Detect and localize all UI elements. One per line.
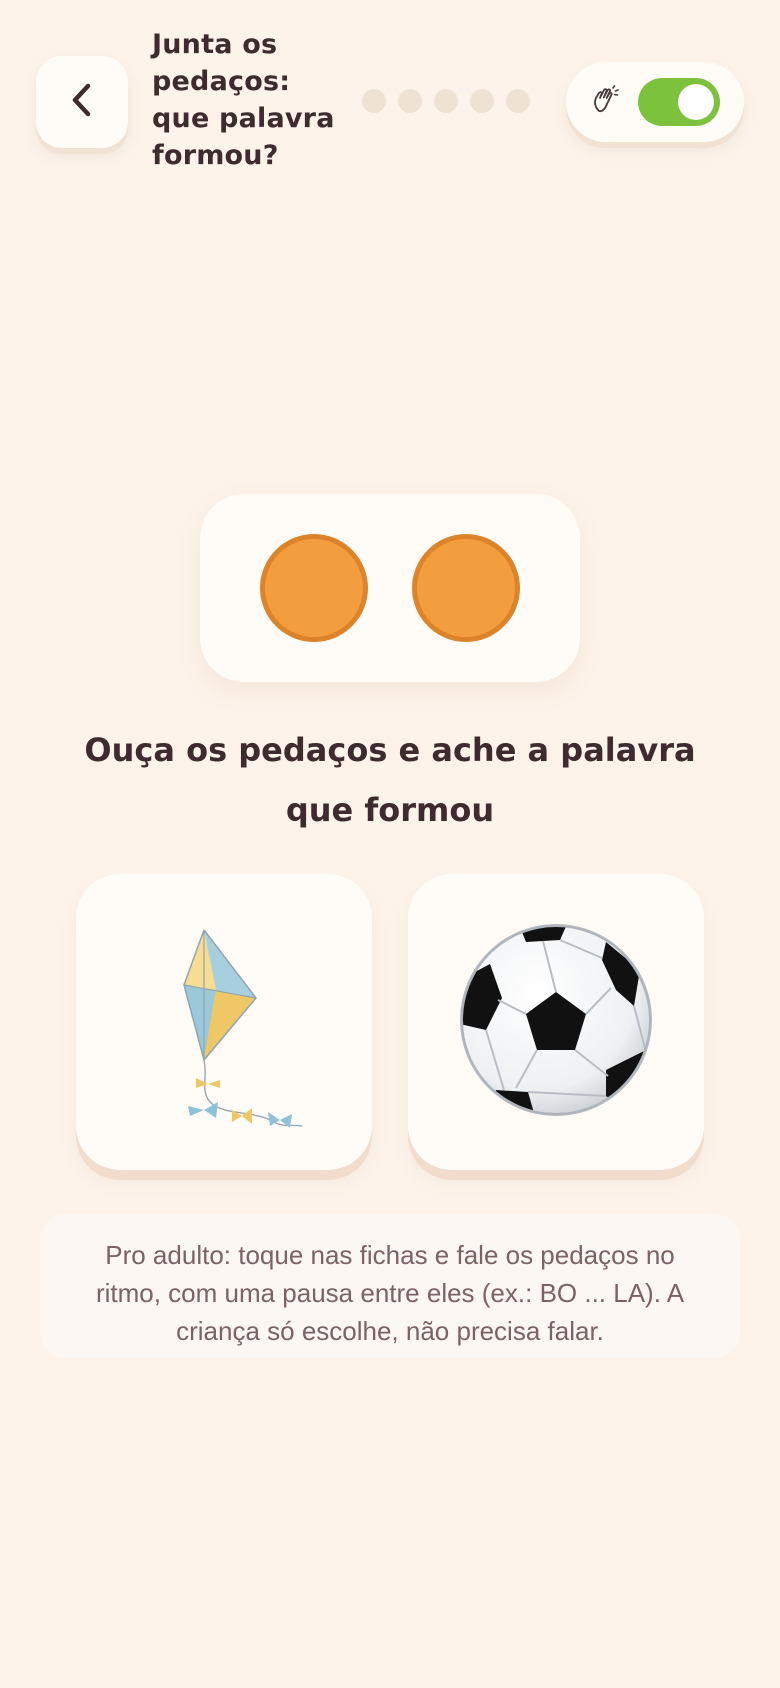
soccer-ball-icon bbox=[456, 920, 656, 1124]
gesture-toggle-switch[interactable] bbox=[638, 78, 720, 126]
syllable-chips-card bbox=[200, 494, 580, 682]
progress-dot bbox=[398, 89, 422, 113]
progress-dot bbox=[362, 89, 386, 113]
instruction-text: Ouça os pedaços e ache a palavra que for… bbox=[84, 731, 696, 829]
toggle-knob bbox=[678, 84, 714, 120]
gesture-toggle-card bbox=[566, 62, 744, 142]
page-title: Junta os pedaços: que palavra formou? bbox=[152, 29, 335, 171]
progress-indicator bbox=[362, 89, 530, 113]
syllable-chip-2[interactable] bbox=[412, 534, 520, 642]
game-screen: Junta os pedaços: que palavra formou? Ou… bbox=[0, 0, 780, 1688]
chevron-left-icon bbox=[67, 80, 97, 124]
kite-icon bbox=[124, 910, 324, 1134]
progress-dot bbox=[434, 89, 458, 113]
adult-instructions-note: Pro adulto: toque nas fichas e fale os p… bbox=[40, 1214, 740, 1358]
syllable-chip-1[interactable] bbox=[260, 534, 368, 642]
option-card-kite[interactable] bbox=[76, 874, 372, 1170]
waving-hand-icon bbox=[590, 85, 620, 119]
progress-dot bbox=[470, 89, 494, 113]
back-button[interactable] bbox=[36, 56, 128, 148]
option-card-soccer-ball[interactable] bbox=[408, 874, 704, 1170]
progress-dot bbox=[506, 89, 530, 113]
